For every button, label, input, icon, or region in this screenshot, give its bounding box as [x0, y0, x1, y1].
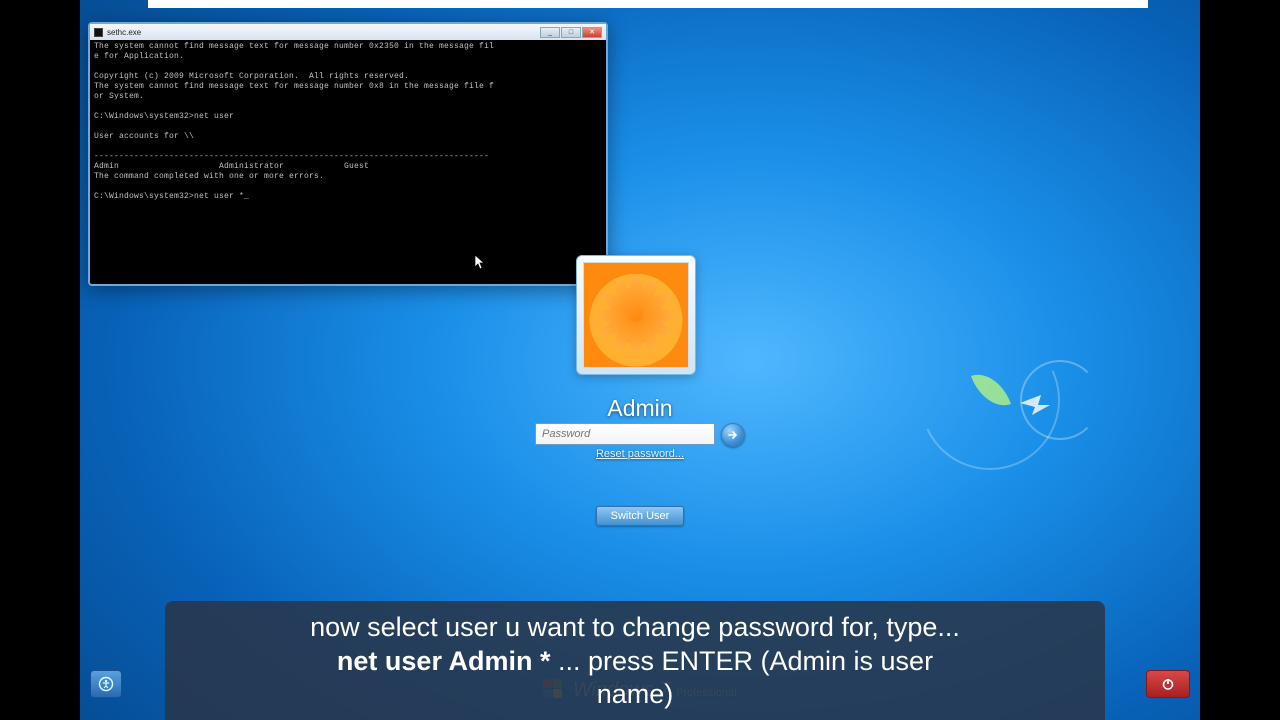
caption-line3: name) — [597, 679, 674, 709]
accessibility-icon — [98, 676, 114, 692]
caption-line2: ... press ENTER (Admin is user — [550, 646, 933, 676]
power-icon — [1161, 677, 1175, 691]
user-avatar-frame — [576, 255, 696, 375]
caption-command: net user Admin * — [337, 646, 551, 676]
cmd-title-text: sethc.exe — [107, 28, 141, 37]
top-white-bar — [148, 0, 1148, 8]
cmd-titlebar[interactable]: sethc.exe _ □ ✕ — [90, 24, 606, 40]
minimize-button[interactable]: _ — [540, 27, 560, 38]
close-button[interactable]: ✕ — [582, 27, 602, 38]
cmd-output[interactable]: The system cannot find message text for … — [90, 40, 606, 204]
login-screen: sethc.exe _ □ ✕ The system cannot find m… — [80, 0, 1200, 720]
user-avatar — [583, 262, 689, 368]
power-button[interactable] — [1146, 670, 1190, 698]
cmd-window[interactable]: sethc.exe _ □ ✕ The system cannot find m… — [88, 22, 608, 286]
arrow-right-icon — [727, 429, 739, 441]
cmd-icon — [94, 28, 103, 37]
maximize-button[interactable]: □ — [561, 27, 581, 38]
reset-password-link[interactable]: Reset password... — [80, 448, 1200, 460]
submit-button[interactable] — [721, 423, 745, 447]
username-label: Admin — [80, 395, 1200, 422]
password-input[interactable] — [535, 423, 715, 445]
ease-of-access-button[interactable] — [90, 670, 122, 698]
tutorial-caption: now select user u want to change passwor… — [165, 601, 1105, 720]
caption-line1: now select user u want to change passwor… — [310, 612, 960, 642]
switch-user-button[interactable]: Switch User — [596, 506, 684, 526]
